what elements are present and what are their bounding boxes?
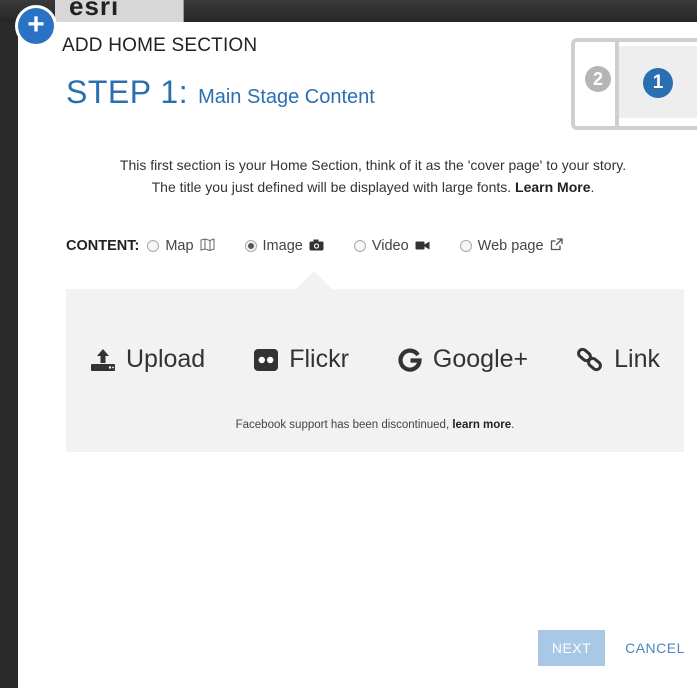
video-camera-icon: [415, 239, 430, 254]
panel-pointer: [296, 271, 332, 289]
upload-label: Upload: [125, 345, 206, 373]
map-radio[interactable]: [147, 240, 160, 252]
add-home-section-dialog: ADD HOME SECTION STEP 1: Main Stage Cont…: [18, 22, 697, 688]
step-heading: STEP 1: Main Stage Content: [66, 74, 375, 111]
content-type-selector: CONTENT: Map Image Video Web page: [66, 238, 593, 254]
image-radio[interactable]: [244, 240, 257, 252]
flickr-label: Flickr: [289, 345, 349, 373]
step-subtitle: Main Stage Content: [198, 86, 375, 108]
facebook-note: Facebook support has been discontinued, …: [66, 419, 684, 431]
dialog-title: ADD HOME SECTION: [62, 35, 258, 56]
map-option-label: Map: [165, 238, 194, 254]
intro-line-2-text: The title you just defined will be displ…: [151, 179, 512, 195]
next-button[interactable]: NEXT: [538, 630, 605, 666]
intro-line-2: The title you just defined will be displ…: [48, 176, 697, 198]
background-logo: esri: [55, 0, 184, 22]
step-one-badge: 1: [643, 68, 673, 98]
step-two-badge: 2: [585, 66, 611, 92]
step-label: STEP 1:: [66, 74, 189, 110]
image-option-label: Image: [262, 238, 303, 254]
content-option-map[interactable]: Map: [147, 238, 215, 254]
map-icon: [200, 238, 215, 254]
facebook-note-period: .: [511, 419, 515, 431]
link-icon: [576, 347, 604, 373]
facebook-learn-more-link[interactable]: learn more: [452, 419, 511, 431]
webpage-option-label: Web page: [477, 238, 544, 254]
webpage-radio[interactable]: [459, 240, 472, 252]
video-option-label: Video: [371, 238, 409, 254]
image-source-panel: Upload Flickr Google+ Link Facebook supp…: [66, 271, 684, 452]
content-option-video[interactable]: Video: [353, 238, 430, 254]
left-rail: [0, 22, 18, 688]
content-label: CONTENT:: [66, 238, 140, 254]
facebook-note-text: Facebook support has been discontinued,: [235, 419, 450, 431]
cancel-button[interactable]: CANCEL: [623, 630, 687, 666]
content-option-webpage[interactable]: Web page: [459, 238, 563, 254]
add-icon: +: [18, 8, 54, 44]
video-radio[interactable]: [353, 240, 366, 252]
google-icon: [397, 347, 423, 373]
external-link-icon: [550, 238, 563, 254]
link-source-button[interactable]: Link: [576, 345, 660, 374]
learn-more-link[interactable]: Learn More: [515, 179, 590, 195]
camera-icon: [309, 239, 324, 254]
image-source-list: Upload Flickr Google+ Link: [66, 345, 684, 374]
flickr-icon: [253, 348, 279, 372]
step-one-box: 1: [619, 46, 697, 118]
google-label: Google+: [432, 345, 529, 373]
logo-text: esri: [69, 0, 120, 21]
upload-icon: [90, 348, 116, 372]
intro-text: This first section is your Home Section,…: [48, 154, 697, 198]
google-source-button[interactable]: Google+: [397, 345, 528, 374]
content-option-image[interactable]: Image: [244, 238, 324, 254]
intro-period: .: [590, 179, 595, 195]
intro-line-1: This first section is your Home Section,…: [119, 157, 627, 173]
link-label: Link: [614, 345, 660, 373]
step-indicator: 2 1: [571, 38, 697, 130]
upload-source-button[interactable]: Upload: [90, 345, 205, 374]
flickr-source-button[interactable]: Flickr: [253, 345, 349, 374]
